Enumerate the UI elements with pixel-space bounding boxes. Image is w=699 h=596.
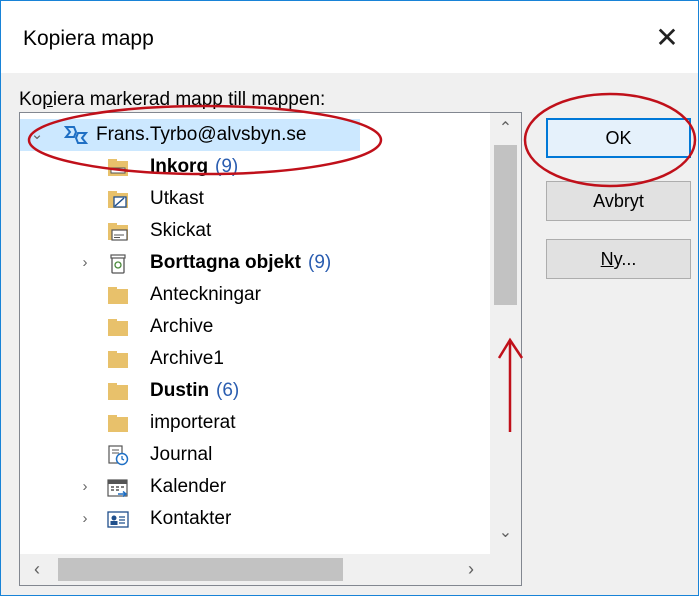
chevron-right-icon[interactable]: › [78,471,92,503]
tree-item-label: Dustin [150,380,210,401]
cancel-button[interactable]: Avbryt [546,181,691,221]
notes-folder-icon [108,287,128,304]
tree-item[interactable]: › Kalender [20,471,490,503]
tree-item[interactable]: Utkast [20,183,490,215]
tree-item-label: Journal [150,444,213,465]
folder-icon [108,319,128,336]
account-label: Frans.Tyrbo@alvsbyn.se [96,124,307,145]
tree-item-account[interactable]: ⌄ Frans.Tyrbo@alvsbyn.se [20,119,360,151]
tree-item-label: Skickat [150,220,212,241]
scroll-down-arrow-icon[interactable]: ⌄ [490,519,521,547]
tree-item[interactable]: › Borttagna objekt (9) [20,247,490,279]
folder-icon [108,351,128,368]
folder-icon [108,415,128,432]
sent-folder-icon [108,223,128,241]
close-icon[interactable]: ✕ [650,21,684,55]
scroll-left-arrow-icon[interactable]: ‹ [22,554,52,585]
horizontal-scroll-thumb[interactable] [58,558,343,581]
chevron-right-icon[interactable]: › [78,503,92,535]
tree-item[interactable]: › Kontakter [20,503,490,535]
prompt-accelerator: p [42,89,53,110]
scroll-right-arrow-icon[interactable]: › [456,554,486,585]
tree-item-label: importerat [150,412,236,433]
prompt-suffix: iera markerad mapp till mappen: [52,89,326,110]
dialog-title: Kopiera mapp [23,27,154,50]
new-button-suffix: y... [613,249,637,269]
tree-item[interactable]: importerat [20,407,490,439]
unread-count: (9) [215,156,239,177]
copy-folder-dialog: Kopiera mapp ✕ Kopiera markerad mapp til… [0,0,699,596]
new-button-accelerator: N [600,249,614,269]
tree-item-label: Archive [150,316,214,337]
journal-icon [108,445,129,466]
destination-prompt: Kopiera markerad mapp till mappen: [19,89,325,111]
tree-item-label: Anteckningar [150,284,261,305]
contacts-icon [107,511,129,528]
tree-item[interactable]: Archive1 [20,343,490,375]
scroll-up-arrow-icon[interactable]: ⌃ [490,115,521,143]
tree-item-label: Inkorg [150,156,209,177]
tree-item[interactable]: Inkorg (9) [20,151,490,183]
calendar-icon [107,479,128,498]
title-bar: Kopiera mapp ✕ [1,1,698,73]
scrollbar-corner [490,554,521,585]
account-icon [64,126,88,144]
tree-item-label: Utkast [150,188,204,209]
ok-button[interactable]: OK [546,118,691,158]
folder-icon [108,383,128,400]
tree-item-label: Archive1 [150,348,224,369]
tree-item[interactable]: Anteckningar [20,279,490,311]
unread-count: (9) [308,252,332,273]
unread-count: (6) [216,380,240,401]
chevron-right-icon[interactable]: › [78,247,92,279]
chevron-down-icon[interactable]: ⌄ [30,119,44,151]
trash-icon [110,254,126,274]
tree-item-label: Borttagna objekt [150,252,301,273]
vertical-scroll-thumb[interactable] [494,145,517,305]
horizontal-scrollbar[interactable]: ‹ › [20,554,491,585]
inbox-folder-icon [108,159,128,176]
tree-item-label: Kontakter [150,508,232,529]
tree-item-label: Kalender [150,476,227,497]
drafts-folder-icon [108,191,128,208]
tree-item[interactable]: Archive [20,311,490,343]
tree-item[interactable]: Journal [20,439,490,471]
prompt-prefix: Ko [19,89,43,110]
folder-tree[interactable]: ⌄ Frans.Tyrbo@alvsbyn.se Inkorg (9) Utkast… [19,112,522,586]
tree-item[interactable]: Dustin (6) [20,375,490,407]
tree-item[interactable]: Skickat [20,215,490,247]
vertical-scrollbar[interactable]: ⌃ ⌄ [490,113,521,555]
new-folder-button[interactable]: Ny... [546,239,691,279]
